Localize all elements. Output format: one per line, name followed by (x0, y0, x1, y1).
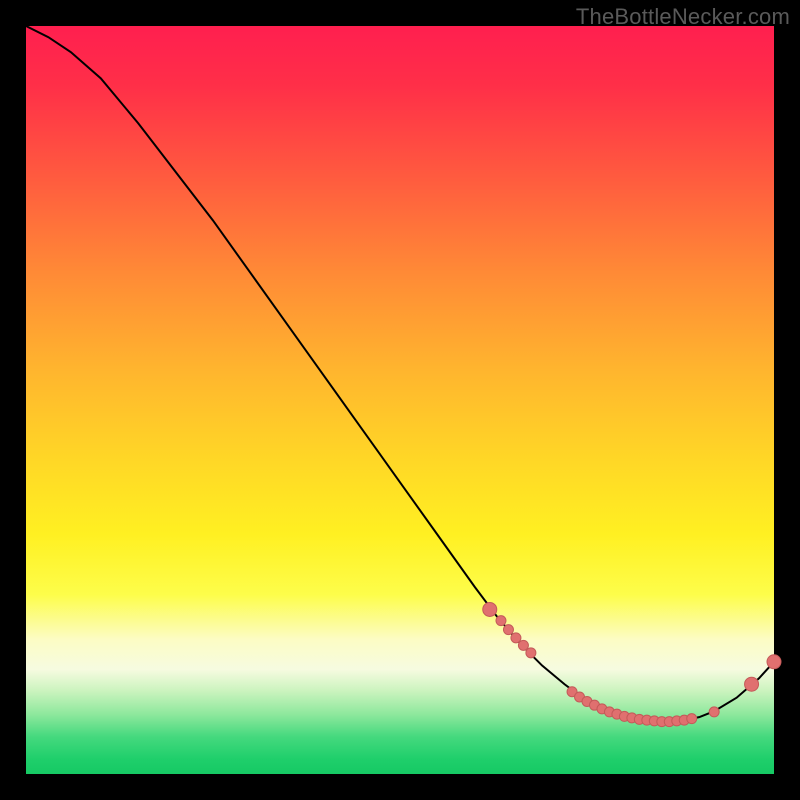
plot-area (26, 26, 774, 774)
bottleneck-curve (26, 26, 774, 722)
watermark-text: TheBottleNecker.com (576, 4, 790, 30)
curve-marker (767, 655, 781, 669)
curve-marker (709, 707, 719, 717)
curve-marker (526, 648, 536, 658)
chart-frame: TheBottleNecker.com (0, 0, 800, 800)
curve-marker (745, 677, 759, 691)
curve-markers (483, 602, 781, 726)
curve-marker (511, 633, 521, 643)
curve-marker (687, 714, 697, 724)
curve-marker (496, 616, 506, 626)
curve-svg (26, 26, 774, 774)
curve-marker (483, 602, 497, 616)
curve-marker (518, 640, 528, 650)
curve-marker (503, 625, 513, 635)
